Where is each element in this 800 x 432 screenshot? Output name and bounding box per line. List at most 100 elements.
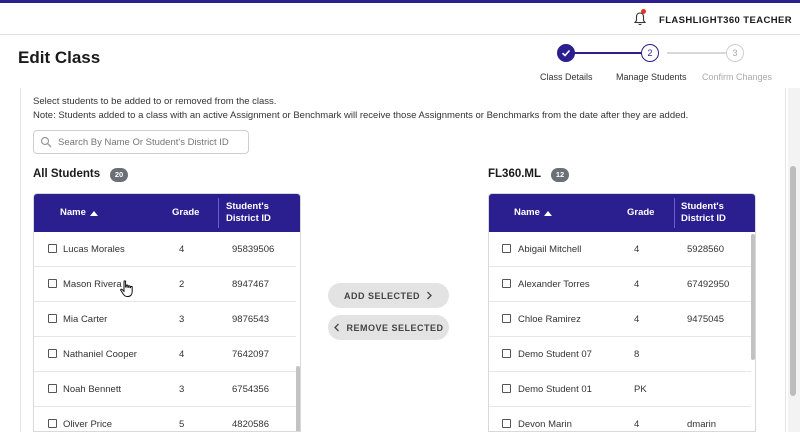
table-row[interactable]: Devon Marin 4 dmarin — [489, 407, 751, 431]
student-district-id: 4820586 — [232, 418, 269, 430]
student-grade: 4 — [179, 348, 185, 360]
sort-up-icon — [89, 210, 98, 216]
student-district-id: 8947467 — [232, 278, 269, 290]
remove-selected-label: REMOVE SELECTED — [346, 322, 444, 333]
instruction-note: Note: Students added to a class with an … — [33, 110, 689, 121]
row-checkbox[interactable] — [502, 419, 511, 428]
row-checkbox[interactable] — [502, 279, 511, 288]
step-3-label: Confirm Changes — [702, 72, 773, 82]
student-grade: 3 — [179, 383, 185, 395]
user-name[interactable]: FLASHLIGHT360 TEACHER — [659, 15, 792, 26]
student-name: Alexander Torres — [518, 278, 590, 290]
table-scrollbar-thumb[interactable] — [296, 366, 300, 431]
class-count-badge: 12 — [551, 168, 569, 182]
row-checkbox[interactable] — [48, 349, 57, 358]
search-input[interactable] — [58, 135, 244, 150]
table-row[interactable]: Mia Carter 3 9876543 — [34, 302, 296, 337]
student-grade: 4 — [634, 243, 640, 255]
row-checkbox[interactable] — [502, 349, 511, 358]
student-district-id: 9876543 — [232, 313, 269, 325]
student-grade: PK — [634, 383, 647, 395]
column-header-name[interactable]: Name — [514, 194, 552, 232]
row-checkbox[interactable] — [48, 384, 57, 393]
class-students-table: Name Grade Student's District ID Abigail… — [488, 193, 756, 432]
sort-up-icon — [543, 210, 552, 216]
search-icon — [40, 136, 52, 148]
column-divider — [218, 198, 219, 228]
chevron-right-icon — [427, 291, 432, 300]
column-header-name-label: Name — [60, 207, 86, 218]
all-students-table: Name Grade Student's District ID Lucas M… — [33, 193, 301, 432]
instruction-line-1: Select students to be added to or remove… — [33, 96, 277, 107]
step-2-circle: 2 — [641, 44, 659, 62]
student-grade: 8 — [634, 348, 640, 360]
student-name: Devon Marin — [518, 418, 572, 430]
student-grade: 4 — [634, 313, 640, 325]
bell-icon[interactable] — [634, 12, 646, 26]
page-scrollbar-thumb[interactable] — [790, 166, 796, 396]
student-name: Demo Student 07 — [518, 348, 592, 360]
add-selected-button[interactable]: ADD SELECTED — [328, 283, 449, 308]
student-name: Demo Student 01 — [518, 383, 592, 395]
table-row[interactable]: Chloe Ramirez 4 9475045 — [489, 302, 751, 337]
table-row[interactable]: Alexander Torres 4 67492950 — [489, 267, 751, 302]
student-district-id: dmarin — [687, 418, 717, 430]
check-icon — [561, 49, 571, 57]
search-box[interactable] — [33, 130, 249, 154]
column-header-name[interactable]: Name — [60, 194, 98, 232]
table-row[interactable]: Noah Bennett 3 6754356 — [34, 372, 296, 407]
chevron-left-icon — [334, 323, 340, 332]
row-checkbox[interactable] — [48, 419, 57, 428]
top-bar: FLASHLIGHT360 TEACHER — [0, 3, 800, 35]
student-district-id: 95839506 — [232, 243, 275, 255]
row-checkbox[interactable] — [502, 384, 511, 393]
student-district-id: 5928560 — [687, 243, 724, 255]
row-checkbox[interactable] — [502, 314, 511, 323]
page-title: Edit Class — [18, 48, 101, 67]
row-checkbox[interactable] — [502, 244, 511, 253]
table-row[interactable]: Oliver Price 5 4820586 — [34, 407, 296, 431]
row-checkbox[interactable] — [48, 244, 57, 253]
column-header-grade[interactable]: Grade — [627, 194, 654, 232]
student-grade: 5 — [179, 418, 185, 430]
table-row[interactable]: Abigail Mitchell 4 5928560 — [489, 232, 751, 267]
student-district-id: 7642097 — [232, 348, 269, 360]
class-list-title: FL360.ML — [488, 168, 542, 180]
student-name: Lucas Morales — [63, 243, 125, 255]
row-checkbox[interactable] — [48, 279, 57, 288]
all-students-count-badge: 20 — [110, 168, 128, 182]
student-district-id: 6754356 — [232, 383, 269, 395]
column-header-name-label: Name — [514, 207, 540, 218]
table-row[interactable]: Mason Rivera 2 8947467 — [34, 267, 296, 302]
student-district-id: 67492950 — [687, 278, 730, 290]
student-name: Mia Carter — [63, 313, 108, 325]
student-grade: 4 — [634, 418, 640, 430]
table-header: Name Grade Student's District ID — [489, 194, 755, 232]
row-checkbox[interactable] — [48, 314, 57, 323]
step-connector-2 — [667, 52, 727, 54]
column-header-district-id[interactable]: Student's District ID — [681, 194, 741, 232]
step-1-circle — [557, 44, 575, 62]
table-row[interactable]: Demo Student 07 8 — [489, 337, 751, 372]
table-row[interactable]: Nathaniel Cooper 4 7642097 — [34, 337, 296, 372]
all-students-title: All Students — [33, 168, 101, 180]
column-header-district-id[interactable]: Student's District ID — [226, 194, 286, 232]
step-connector-1 — [566, 52, 650, 54]
page-scrollbar[interactable] — [788, 88, 800, 432]
column-header-grade[interactable]: Grade — [172, 194, 199, 232]
column-divider — [674, 198, 675, 228]
step-3-circle: 3 — [726, 44, 744, 62]
student-grade: 2 — [179, 278, 185, 290]
step-2-label: Manage Students — [616, 72, 687, 82]
table-scrollbar-thumb[interactable] — [751, 234, 755, 360]
step-1-label: Class Details — [540, 72, 593, 82]
student-district-id: 9475045 — [687, 313, 724, 325]
student-name: Abigail Mitchell — [518, 243, 582, 255]
add-selected-label: ADD SELECTED — [343, 290, 420, 301]
student-name: Noah Bennett — [63, 383, 122, 395]
table-row[interactable]: Lucas Morales 4 95839506 — [34, 232, 296, 267]
table-row[interactable]: Demo Student 01 PK — [489, 372, 751, 407]
notification-dot — [641, 9, 646, 14]
hand-cursor-icon — [120, 280, 133, 297]
remove-selected-button[interactable]: REMOVE SELECTED — [328, 315, 449, 340]
